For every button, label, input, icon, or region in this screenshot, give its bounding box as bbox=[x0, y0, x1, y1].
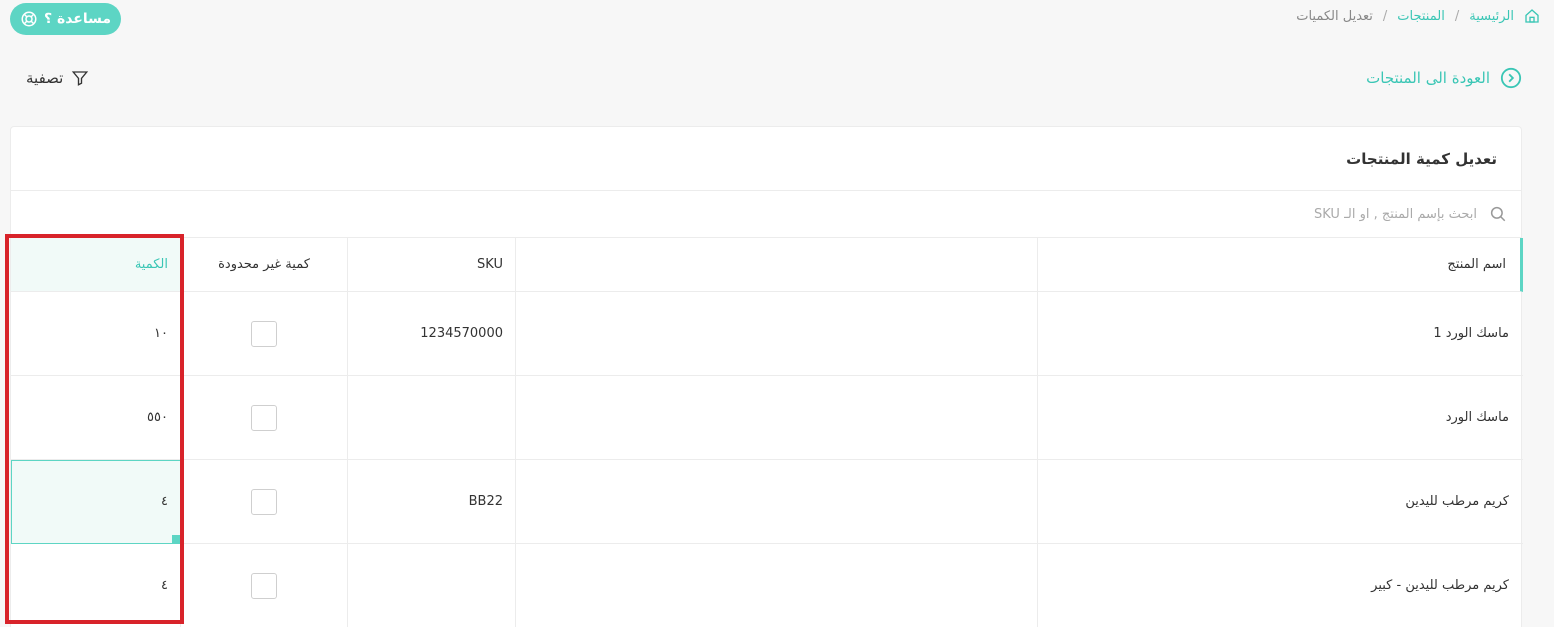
header-sku: SKU bbox=[348, 238, 516, 292]
unlimited-cell bbox=[181, 544, 348, 627]
fill-handle[interactable] bbox=[172, 535, 180, 543]
product-name-cell: كريم مرطب لليدين - كبير bbox=[1038, 544, 1523, 627]
breadcrumb-home[interactable]: الرئيسية bbox=[1469, 9, 1514, 24]
header-product-name: اسم المنتج bbox=[1038, 238, 1523, 292]
header-unlimited: كمية غير محدودة bbox=[181, 238, 348, 292]
filter-icon bbox=[72, 71, 89, 86]
unlimited-checkbox[interactable] bbox=[251, 572, 277, 599]
quantity-edit-card: تعديل كمية المنتجات الكمية كمية غير محدو… bbox=[10, 126, 1523, 627]
quantity-cell-selected[interactable]: ٤ bbox=[11, 460, 181, 544]
breadcrumb-current: تعديل الكميات bbox=[1296, 8, 1373, 24]
breadcrumb-separator: / bbox=[1382, 8, 1388, 24]
product-name-cell: كريم مرطب لليدين bbox=[1038, 460, 1523, 544]
header-blank bbox=[516, 238, 1038, 292]
sku-cell: 1234570000 bbox=[348, 292, 516, 376]
sku-cell: BB22 bbox=[348, 460, 516, 544]
back-to-products-link[interactable]: العودة الى المنتجات bbox=[1366, 67, 1522, 89]
search-bar bbox=[11, 191, 1521, 238]
table-row: ١٠ 1234570000 ماسك الورد 1 bbox=[11, 292, 1523, 376]
table-row: ٥٥٠ ماسك الورد bbox=[11, 376, 1523, 460]
blank-cell bbox=[516, 460, 1038, 544]
search-icon bbox=[1490, 206, 1506, 222]
sku-cell bbox=[348, 376, 516, 460]
help-button[interactable]: مساعدة ؟ bbox=[10, 3, 121, 35]
unlimited-checkbox[interactable] bbox=[251, 320, 277, 347]
unlimited-cell bbox=[181, 376, 348, 460]
home-icon[interactable] bbox=[1524, 8, 1540, 24]
back-link-label: العودة الى المنتجات bbox=[1366, 69, 1490, 87]
blank-cell bbox=[516, 376, 1038, 460]
breadcrumb: الرئيسية / المنتجات / تعديل الكميات bbox=[1296, 8, 1540, 24]
lifebuoy-icon bbox=[21, 11, 37, 27]
products-table: الكمية كمية غير محدودة SKU اسم المنتج ١٠… bbox=[11, 238, 1523, 627]
quantity-cell[interactable]: ٤ bbox=[11, 544, 181, 627]
sku-cell bbox=[348, 544, 516, 627]
blank-cell bbox=[516, 544, 1038, 627]
card-title: تعديل كمية المنتجات bbox=[11, 127, 1521, 191]
filter-button[interactable]: تصفية bbox=[26, 69, 89, 87]
blank-cell bbox=[516, 292, 1038, 376]
arrow-circle-right-icon bbox=[1500, 67, 1522, 89]
breadcrumb-separator: / bbox=[1454, 8, 1460, 24]
table-row: ٤ BB22 كريم مرطب لليدين bbox=[11, 460, 1523, 544]
header-quantity[interactable]: الكمية bbox=[11, 238, 181, 292]
breadcrumb-products[interactable]: المنتجات bbox=[1397, 9, 1445, 24]
unlimited-cell bbox=[181, 292, 348, 376]
product-name-cell: ماسك الورد bbox=[1038, 376, 1523, 460]
quantity-cell[interactable]: ١٠ bbox=[11, 292, 181, 376]
search-input[interactable] bbox=[1079, 205, 1479, 223]
product-name-cell: ماسك الورد 1 bbox=[1038, 292, 1523, 376]
unlimited-checkbox[interactable] bbox=[251, 488, 277, 515]
page: مساعدة ؟ الرئيسية / المنتجات / تعديل الك… bbox=[0, 0, 1554, 627]
quantity-cell[interactable]: ٥٥٠ bbox=[11, 376, 181, 460]
unlimited-cell bbox=[181, 460, 348, 544]
unlimited-checkbox[interactable] bbox=[251, 404, 277, 431]
help-label: مساعدة ؟ bbox=[43, 11, 112, 27]
table-header-row: الكمية كمية غير محدودة SKU اسم المنتج bbox=[11, 238, 1523, 292]
table-row: ٤ كريم مرطب لليدين - كبير bbox=[11, 544, 1523, 627]
filter-label: تصفية bbox=[26, 69, 64, 87]
quantity-value: ٤ bbox=[161, 494, 168, 509]
